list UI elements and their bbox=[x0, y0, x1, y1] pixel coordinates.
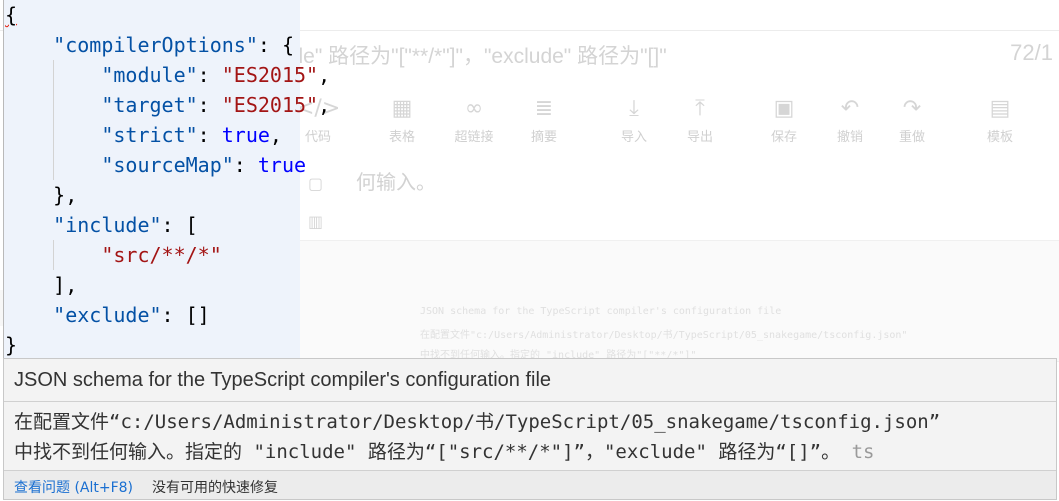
code-token: } bbox=[5, 333, 18, 357]
background-toolbar-label: 摘要 bbox=[530, 130, 557, 145]
background-toolbar-label: 模板 bbox=[986, 130, 1013, 145]
background-toolbar-item: ⤓ 导入 bbox=[612, 92, 656, 145]
code-line[interactable]: "exclude": [] bbox=[5, 300, 330, 330]
background-toolbar-item: ↶ 撤销 bbox=[828, 92, 872, 145]
hover-divider bbox=[4, 401, 1056, 402]
background-toolbar-label: 超链接 bbox=[454, 130, 494, 145]
code-token: , bbox=[318, 93, 331, 117]
code-token: : { bbox=[257, 33, 294, 57]
code-token: "target" bbox=[101, 93, 198, 117]
background-box-line: 在配置文件"c:/Users/Administrator/Desktop/书/T… bbox=[420, 330, 908, 341]
code-token: { bbox=[5, 3, 18, 27]
background-page-indicator: 72/1 bbox=[1010, 40, 1053, 65]
background-toolbar-label: 撤销 bbox=[836, 130, 863, 145]
background-toolbar-item: ↷ 重做 bbox=[890, 92, 934, 145]
background-toolbar-item: ▤ 模板 bbox=[978, 92, 1022, 145]
background-toolbar-label: 导出 bbox=[686, 130, 713, 145]
table-icon: ▦ bbox=[391, 96, 413, 121]
editor-gutter bbox=[3, 0, 4, 360]
code-line[interactable]: }, bbox=[5, 180, 330, 210]
background-toolbar-label: 表格 bbox=[388, 130, 415, 145]
export-icon: ⤒ bbox=[695, 96, 705, 121]
schema-description: JSON schema for the TypeScript compiler'… bbox=[14, 369, 552, 391]
background-body-text: 何输入。 bbox=[356, 170, 436, 194]
code-token: "ES2015" bbox=[221, 93, 319, 117]
redo-icon: ↷ bbox=[902, 96, 922, 121]
background-toolbar-label: 导入 bbox=[620, 130, 647, 145]
code-token: "ES2015" bbox=[221, 63, 319, 87]
code-token: "include" bbox=[53, 213, 162, 237]
hover-status-bar: 查看问题 (Alt+F8) 没有可用的快速修复 bbox=[4, 470, 1056, 499]
hover-popup: JSON schema for the TypeScript compiler'… bbox=[3, 358, 1057, 500]
summary-icon: ≣ bbox=[534, 96, 554, 121]
code-token: "strict" bbox=[101, 123, 198, 147]
code-line[interactable]: "compilerOptions": { bbox=[5, 30, 330, 60]
background-toolbar-label: 重做 bbox=[898, 130, 925, 145]
background-toolbar-item: ∞ 超链接 bbox=[452, 92, 496, 145]
code-line[interactable]: { bbox=[5, 0, 330, 30]
background-box-line: JSON schema for the TypeScript compiler'… bbox=[420, 306, 782, 317]
code-token: "src/**/*" bbox=[101, 243, 222, 267]
save-icon: ▣ bbox=[773, 96, 795, 121]
code-token: true bbox=[257, 153, 307, 177]
link-icon: ∞ bbox=[464, 96, 484, 121]
code-token: : bbox=[197, 63, 222, 87]
code-token: }, bbox=[5, 183, 78, 207]
code-token: "sourceMap" bbox=[101, 153, 234, 177]
code-line[interactable]: "include": [ bbox=[5, 210, 330, 240]
code-token: : bbox=[233, 153, 258, 177]
layout-icon: ▤ bbox=[989, 96, 1011, 121]
background-toolbar-item: ⤒ 导出 bbox=[678, 92, 722, 145]
code-content[interactable]: { "compilerOptions": { "module": "ES2015… bbox=[5, 0, 330, 360]
code-line[interactable]: ], bbox=[5, 270, 330, 300]
code-line[interactable]: "target": "ES2015", bbox=[5, 90, 330, 120]
code-line[interactable]: } bbox=[5, 330, 330, 360]
background-toolbar-item: ≣ 摘要 bbox=[522, 92, 566, 145]
message-line-1: 在配置文件“c:/Users/Administrator/Desktop/书/T… bbox=[14, 411, 941, 433]
import-icon: ⤓ bbox=[629, 96, 639, 121]
no-quick-fix-label: 没有可用的快速修复 bbox=[152, 480, 278, 496]
code-token: "module" bbox=[101, 63, 198, 87]
background-toolbar-item: ▣ 保存 bbox=[762, 92, 806, 145]
code-editor[interactable]: { "compilerOptions": { "module": "ES2015… bbox=[0, 0, 330, 360]
code-token: "exclude" bbox=[53, 303, 162, 327]
background-code-box bbox=[296, 240, 1059, 362]
diagnostic-message: 在配置文件“c:/Users/Administrator/Desktop/书/T… bbox=[14, 407, 1044, 467]
code-line[interactable]: "src/**/*" bbox=[5, 240, 330, 270]
undo-icon: ↶ bbox=[840, 96, 860, 121]
message-line-2: 中找不到任何输入。指定的 "include" 路径为“["src/**/*"]”… bbox=[14, 441, 841, 463]
code-token: , bbox=[318, 63, 331, 87]
code-token: : [ bbox=[161, 213, 198, 237]
code-token: : [] bbox=[161, 303, 210, 327]
code-token: "compilerOptions" bbox=[53, 33, 258, 57]
code-line[interactable]: "strict": true, bbox=[5, 120, 330, 150]
code-token: true bbox=[221, 123, 270, 147]
diagnostic-source: ts bbox=[851, 441, 875, 463]
code-token: ], bbox=[5, 273, 78, 297]
view-problem-link[interactable]: 查看问题 (Alt+F8) bbox=[14, 477, 133, 497]
code-line[interactable]: "sourceMap": true bbox=[5, 150, 330, 180]
code-token: : bbox=[197, 123, 222, 147]
background-toolbar-label: 保存 bbox=[770, 130, 797, 145]
background-toolbar-item: ▦ 表格 bbox=[380, 92, 424, 145]
code-token: : bbox=[197, 93, 222, 117]
code-token: , bbox=[269, 123, 282, 147]
code-line[interactable]: "module": "ES2015", bbox=[5, 60, 330, 90]
